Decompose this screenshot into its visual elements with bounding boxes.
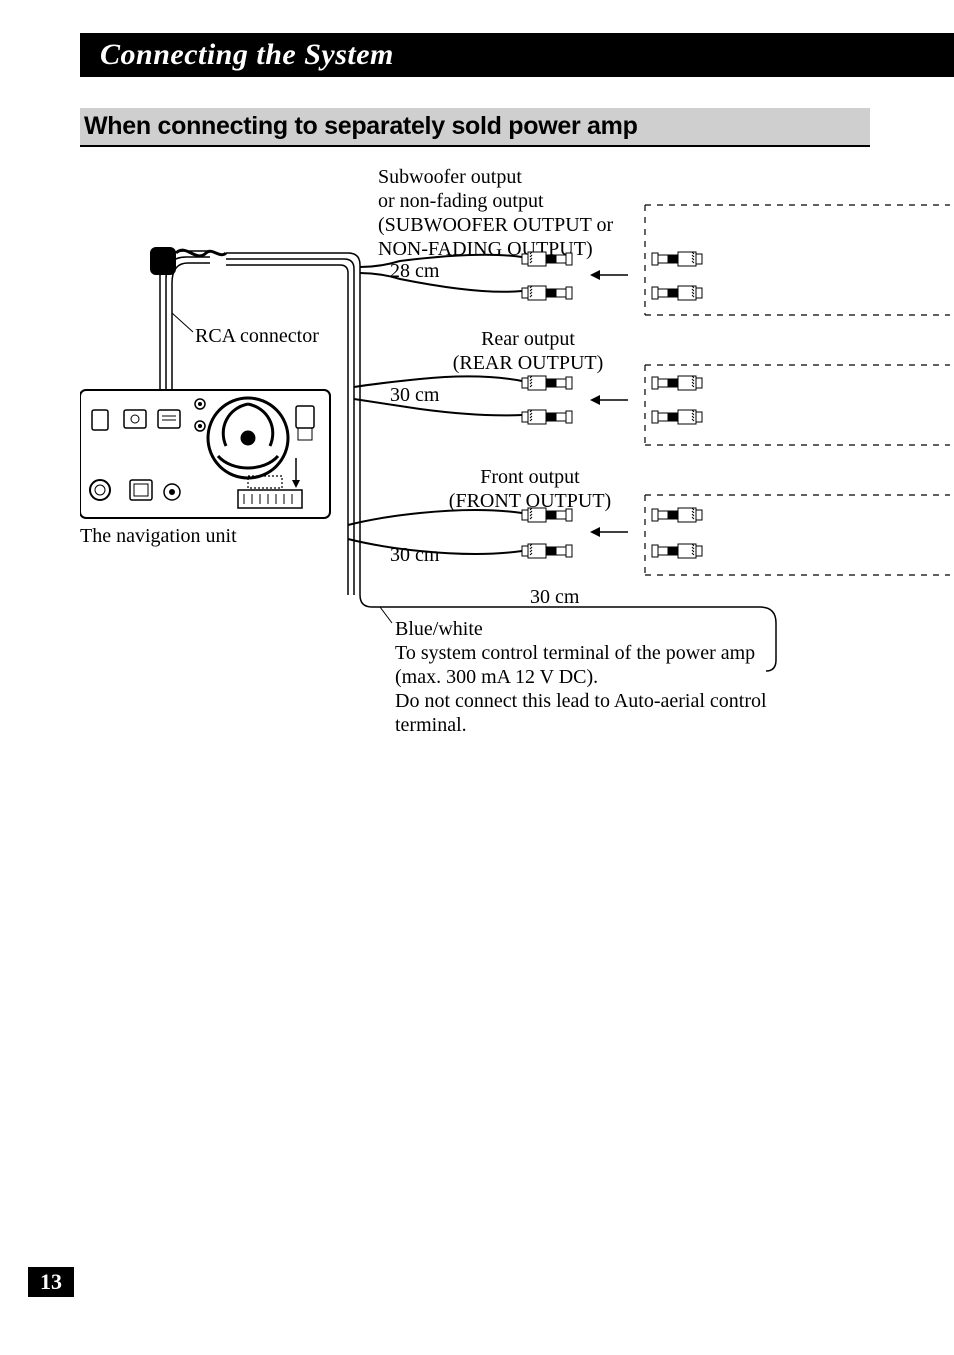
section-heading: When connecting to separately sold power… — [80, 108, 870, 145]
diagram-svg — [80, 155, 950, 735]
section-heading-wrap: When connecting to separately sold power… — [80, 108, 870, 147]
section-underline — [80, 145, 870, 147]
page-number: 13 — [28, 1267, 74, 1297]
wiring-diagram: Subwoofer output or non-fading output (S… — [80, 155, 950, 735]
chapter-title-bar: Connecting the System — [80, 33, 954, 77]
chapter-title: Connecting the System — [100, 38, 394, 71]
